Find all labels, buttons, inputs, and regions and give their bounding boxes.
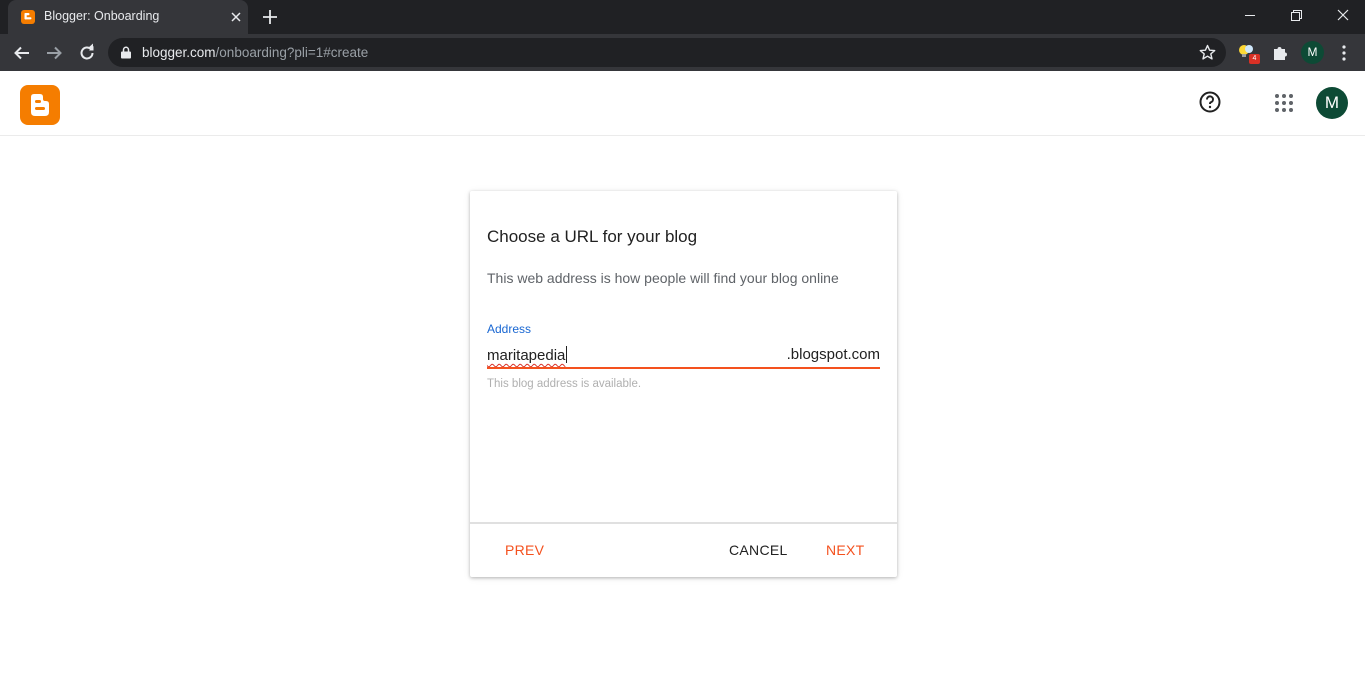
extension-badge: 4 bbox=[1249, 54, 1260, 64]
choose-url-dialog: Choose a URL for your blog This web addr… bbox=[470, 191, 897, 577]
bookmark-star-icon[interactable] bbox=[1199, 44, 1216, 61]
blogger-favicon-icon bbox=[21, 10, 35, 24]
browser-tab-bar: Blogger: Onboarding bbox=[0, 0, 1365, 34]
extensions-puzzle-icon[interactable] bbox=[1271, 44, 1289, 62]
account-avatar[interactable]: M bbox=[1316, 87, 1348, 119]
url-host: blogger.com bbox=[142, 45, 216, 60]
dialog-description: This web address is how people will find… bbox=[487, 270, 839, 286]
blogger-logo[interactable] bbox=[20, 85, 60, 125]
browser-toolbar: blogger.com/onboarding?pli=1#create 4 M bbox=[0, 34, 1365, 71]
cancel-button[interactable]: CANCEL bbox=[729, 542, 788, 558]
address-suffix: .blogspot.com bbox=[786, 346, 880, 363]
address-field-label: Address bbox=[487, 322, 532, 336]
new-tab-icon[interactable] bbox=[261, 8, 279, 26]
url-path: /onboarding?pli=1#create bbox=[215, 45, 369, 60]
app-header: M bbox=[0, 71, 1365, 136]
dialog-title: Choose a URL for your blog bbox=[487, 227, 698, 246]
browser-profile-avatar[interactable]: M bbox=[1301, 41, 1324, 64]
address-input-underline bbox=[487, 367, 880, 369]
lock-icon[interactable] bbox=[120, 46, 132, 59]
prev-button[interactable]: PREV bbox=[505, 542, 544, 558]
address-input-value: maritapedia bbox=[487, 347, 566, 364]
address-bar[interactable]: blogger.com/onboarding?pli=1#create bbox=[108, 38, 1226, 67]
next-button[interactable]: NEXT bbox=[826, 542, 865, 558]
browser-tab[interactable]: Blogger: Onboarding bbox=[8, 0, 248, 34]
minimize-icon[interactable] bbox=[1240, 6, 1260, 26]
address-input[interactable]: maritapedia bbox=[487, 346, 568, 364]
dialog-divider bbox=[470, 522, 897, 524]
back-arrow-icon[interactable] bbox=[12, 43, 32, 63]
forward-arrow-icon[interactable] bbox=[44, 43, 64, 63]
availability-hint: This blog address is available. bbox=[487, 378, 642, 390]
tab-title: Blogger: Onboarding bbox=[44, 9, 160, 23]
url-text[interactable]: blogger.com/onboarding?pli=1#create bbox=[142, 45, 368, 60]
close-window-icon[interactable] bbox=[1333, 6, 1353, 26]
help-icon[interactable] bbox=[1198, 90, 1222, 114]
restore-icon[interactable] bbox=[1286, 6, 1306, 26]
text-caret bbox=[566, 346, 568, 363]
google-apps-grid-icon[interactable] bbox=[1274, 93, 1294, 113]
close-tab-icon[interactable] bbox=[228, 9, 244, 25]
reload-icon[interactable] bbox=[77, 43, 97, 63]
lightbulb-extension-icon[interactable]: 4 bbox=[1237, 43, 1260, 65]
browser-menu-icon[interactable] bbox=[1336, 44, 1352, 62]
